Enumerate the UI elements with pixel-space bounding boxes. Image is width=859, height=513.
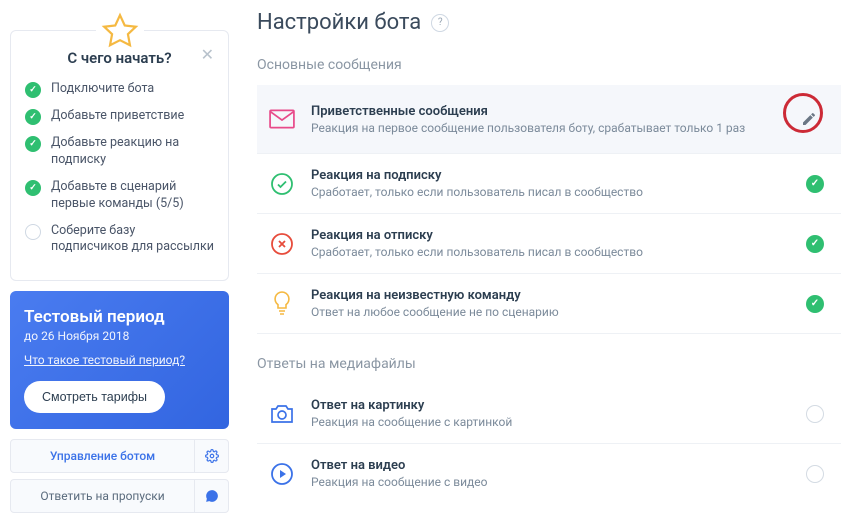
- gear-icon: [194, 440, 228, 472]
- trial-card: Тестовый период до 26 Ноября 2018 Что та…: [10, 291, 229, 429]
- mail-icon: [269, 106, 295, 132]
- row-title: Реакция на отписку: [311, 228, 785, 243]
- status-toggle[interactable]: [801, 230, 829, 258]
- row-title: Реакция на подписку: [311, 168, 785, 183]
- section-main-heading: Основные сообщения: [257, 57, 841, 73]
- row-desc: Реакция на сообщение с картинкой: [311, 415, 785, 429]
- row-video[interactable]: Ответ на видео Реакция на сообщение с ви…: [257, 444, 841, 503]
- row-welcome[interactable]: Приветственные сообщения Реакция на перв…: [257, 85, 841, 154]
- trial-title: Тестовый период: [24, 307, 215, 327]
- onboarding-list: Подключите бота Добавьте приветствие Доб…: [25, 81, 214, 256]
- check-icon: [25, 82, 41, 98]
- onboarding-item-label: Соберите базу подписчиков для рассылки: [51, 223, 214, 257]
- circle-icon: [25, 224, 41, 240]
- status-on-icon: [806, 175, 824, 193]
- status-off-icon: [806, 465, 824, 483]
- row-unsubscribe[interactable]: Реакция на отписку Сработает, только есл…: [257, 214, 841, 274]
- row-desc: Сработает, только если пользователь писа…: [311, 185, 785, 199]
- check-circle-icon: [269, 171, 295, 197]
- onboarding-item-label: Добавьте в сценарий первые команды (5/5): [51, 179, 214, 213]
- reply-missed-button[interactable]: Ответить на пропуски: [10, 479, 229, 513]
- lightbulb-icon: [269, 291, 295, 317]
- onboarding-item[interactable]: Соберите базу подписчиков для рассылки: [25, 223, 214, 257]
- row-desc: Сработает, только если пользователь писа…: [311, 245, 785, 259]
- manage-bot-button[interactable]: Управление ботом: [10, 439, 229, 473]
- x-circle-icon: [269, 231, 295, 257]
- check-icon: [25, 180, 41, 196]
- onboarding-item[interactable]: Добавьте в сценарий первые команды (5/5): [25, 179, 214, 213]
- row-unknown[interactable]: Реакция на неизвестную команду Ответ на …: [257, 274, 841, 334]
- row-desc: Ответ на любое сообщение не по сценарию: [311, 305, 785, 319]
- status-toggle[interactable]: [801, 460, 829, 488]
- status-off-icon: [806, 405, 824, 423]
- help-icon[interactable]: ?: [431, 14, 449, 32]
- status-on-icon: [806, 295, 824, 313]
- row-title: Ответ на картинку: [311, 398, 785, 413]
- section-media-heading: Ответы на медиафайлы: [257, 356, 841, 372]
- status-on-icon: [806, 235, 824, 253]
- onboarding-item-label: Добавьте приветствие: [51, 108, 184, 125]
- check-icon: [25, 109, 41, 125]
- onboarding-item[interactable]: Добавьте приветствие: [25, 108, 214, 125]
- star-icon: [96, 9, 144, 53]
- onboarding-item-label: Добавьте реакцию на подписку: [51, 135, 214, 169]
- row-title: Приветственные сообщения: [311, 104, 773, 119]
- status-toggle[interactable]: [801, 170, 829, 198]
- manage-bot-label: Управление ботом: [11, 449, 194, 463]
- row-title: Реакция на неизвестную команду: [311, 288, 785, 303]
- onboarding-card: ✕ С чего начать? Подключите бота Добавьт…: [10, 30, 229, 281]
- check-icon: [25, 136, 41, 152]
- view-plans-button[interactable]: Смотреть тарифы: [24, 381, 165, 413]
- edit-button[interactable]: [789, 99, 829, 139]
- row-image[interactable]: Ответ на картинку Реакция на сообщение с…: [257, 384, 841, 444]
- trial-until: до 26 Ноября 2018: [24, 329, 215, 343]
- trial-info-link[interactable]: Что такое тестовый период?: [24, 353, 215, 367]
- status-toggle[interactable]: [801, 400, 829, 428]
- row-desc: Реакция на сообщение с видео: [311, 475, 785, 489]
- status-toggle[interactable]: [801, 290, 829, 318]
- highlight-ring: [783, 93, 823, 133]
- row-subscribe[interactable]: Реакция на подписку Сработает, только ес…: [257, 154, 841, 214]
- onboarding-item-label: Подключите бота: [51, 81, 154, 98]
- reply-missed-label: Ответить на пропуски: [11, 489, 194, 503]
- chat-icon: [194, 480, 228, 512]
- close-icon[interactable]: ✕: [201, 45, 214, 64]
- onboarding-item[interactable]: Добавьте реакцию на подписку: [25, 135, 214, 169]
- onboarding-item[interactable]: Подключите бота: [25, 81, 214, 98]
- camera-icon: [269, 401, 295, 427]
- row-desc: Реакция на первое сообщение пользователя…: [311, 121, 773, 135]
- page-title: Настройки бота: [257, 10, 421, 35]
- row-title: Ответ на видео: [311, 458, 785, 473]
- play-circle-icon: [269, 461, 295, 487]
